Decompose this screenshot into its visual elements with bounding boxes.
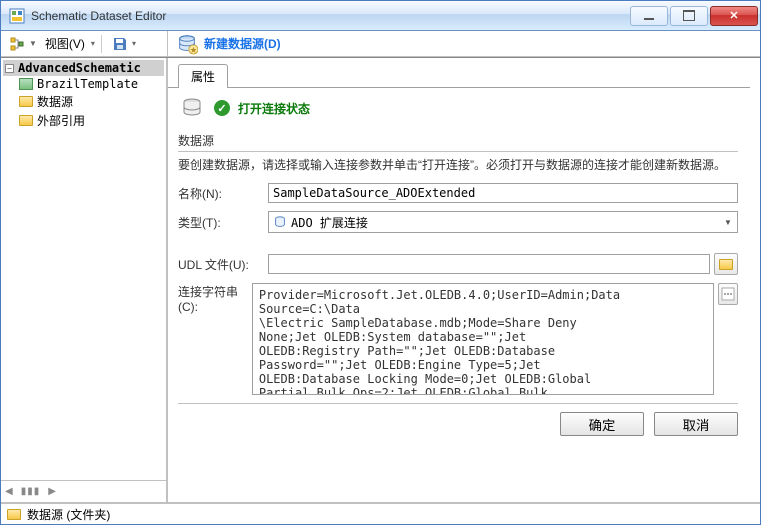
tree-layout-icon	[9, 36, 25, 52]
sidebar: − AdvancedSchematic BrazilTemplate 数据源 外…	[1, 58, 168, 502]
statusbar: 数据源 (文件夹)	[1, 502, 760, 524]
content-pane: 属性 ✓ 打开连接状态 数据源 要创建数据源，请选择或输入连接参数并单击“打开连…	[168, 58, 760, 502]
sidebar-footer: ◀ ▮▮▮ ▶	[1, 480, 166, 502]
dropdown-arrow-icon: ▼	[29, 39, 37, 48]
toolbar-divider	[101, 35, 102, 53]
name-input[interactable]	[268, 183, 738, 203]
tree-view-layout-button[interactable]: ▼	[5, 34, 41, 54]
statusbar-text: 数据源 (文件夹)	[27, 506, 110, 523]
main-row: − AdvancedSchematic BrazilTemplate 数据源 外…	[1, 57, 760, 502]
status-text: 打开连接状态	[238, 100, 310, 117]
template-icon	[19, 78, 33, 90]
window-title: Schematic Dataset Editor	[31, 9, 628, 23]
section-title: 数据源	[178, 130, 738, 152]
ok-button[interactable]: 确定	[560, 412, 644, 436]
folder-icon	[19, 96, 33, 107]
row-type: 类型(T): ADO 扩展连接 ▼	[178, 211, 738, 233]
folder-icon	[19, 115, 33, 126]
type-value: ADO 扩展连接	[291, 214, 368, 231]
toolbar-row: ▼ 视图(V) ▾ ▾ ★ 新建数据源(D)	[1, 31, 760, 57]
minimize-button[interactable]	[630, 6, 668, 26]
scroll-track[interactable]: ▮▮▮	[21, 486, 41, 497]
ellipsis-props-icon	[721, 287, 735, 301]
tree-item-label: 数据源	[37, 93, 73, 110]
row-udl: UDL 文件(U):	[178, 253, 738, 275]
tab-body-wrap: ✓ 打开连接状态 数据源 要创建数据源，请选择或输入连接参数并单击“打开连接”。…	[168, 87, 750, 444]
status-line: ✓ 打开连接状态	[178, 96, 738, 120]
toolbar-left: ▼ 视图(V) ▾ ▾	[1, 31, 168, 56]
tree-item-external[interactable]: 外部引用	[17, 111, 164, 130]
tree-item-datasource[interactable]: 数据源	[17, 92, 164, 111]
tab-body: ✓ 打开连接状态 数据源 要创建数据源，请选择或输入连接参数并单击“打开连接”。…	[168, 88, 750, 444]
type-label: 类型(T):	[178, 214, 268, 231]
name-label: 名称(N):	[178, 185, 268, 202]
tree-item-template[interactable]: BrazilTemplate	[17, 76, 164, 92]
browse-udl-button[interactable]	[714, 253, 738, 275]
view-menu[interactable]: 视图(V)	[45, 35, 85, 52]
folder-open-icon	[719, 259, 733, 270]
folder-icon	[7, 509, 21, 520]
tree-item-label: 外部引用	[37, 112, 85, 129]
button-row: 确定 取消	[178, 403, 738, 436]
row-name: 名称(N):	[178, 183, 738, 203]
save-button[interactable]: ▾	[108, 34, 140, 54]
scroll-right-button[interactable]: ▶	[48, 486, 56, 497]
tab-bar: 属性	[178, 64, 750, 88]
chevron-down-icon: ▼	[719, 218, 737, 227]
cancel-button[interactable]: 取消	[654, 412, 738, 436]
status-db-icon	[178, 96, 206, 120]
database-small-icon	[273, 215, 287, 229]
save-icon	[112, 36, 128, 52]
tree-root-label: AdvancedSchematic	[18, 61, 141, 75]
conn-label: 连接字符串(C):	[178, 283, 252, 314]
ok-check-icon: ✓	[214, 100, 230, 116]
conn-string-textarea[interactable]	[252, 283, 714, 395]
build-conn-button[interactable]	[718, 283, 738, 305]
close-button[interactable]	[710, 6, 758, 26]
type-select[interactable]: ADO 扩展连接 ▼	[268, 211, 738, 233]
toolbar-right: ★ 新建数据源(D)	[168, 31, 760, 56]
collapse-icon[interactable]: −	[5, 64, 14, 73]
dropdown-arrow-icon: ▾	[132, 39, 136, 48]
app-window: Schematic Dataset Editor ▼ 视图(V) ▾ ▾ ★ 新…	[0, 0, 761, 525]
udl-input[interactable]	[268, 254, 710, 274]
section-description: 要创建数据源，请选择或输入连接参数并单击“打开连接”。必须打开与数据源的连接才能…	[178, 156, 738, 173]
tab-properties[interactable]: 属性	[178, 64, 228, 88]
row-conn: 连接字符串(C):	[178, 283, 738, 395]
tree-root[interactable]: − AdvancedSchematic	[3, 60, 164, 76]
maximize-button[interactable]	[670, 6, 708, 26]
database-icon: ★	[176, 33, 198, 55]
tree-view[interactable]: − AdvancedSchematic BrazilTemplate 数据源 外…	[1, 58, 166, 480]
svg-text:★: ★	[189, 45, 197, 54]
app-icon	[9, 8, 25, 24]
titlebar: Schematic Dataset Editor	[1, 1, 760, 31]
udl-label: UDL 文件(U):	[178, 256, 268, 273]
tree-item-label: BrazilTemplate	[37, 77, 138, 91]
scroll-left-button[interactable]: ◀	[5, 486, 13, 497]
dropdown-arrow-icon: ▾	[91, 39, 95, 48]
new-datasource-link[interactable]: 新建数据源(D)	[204, 35, 281, 52]
